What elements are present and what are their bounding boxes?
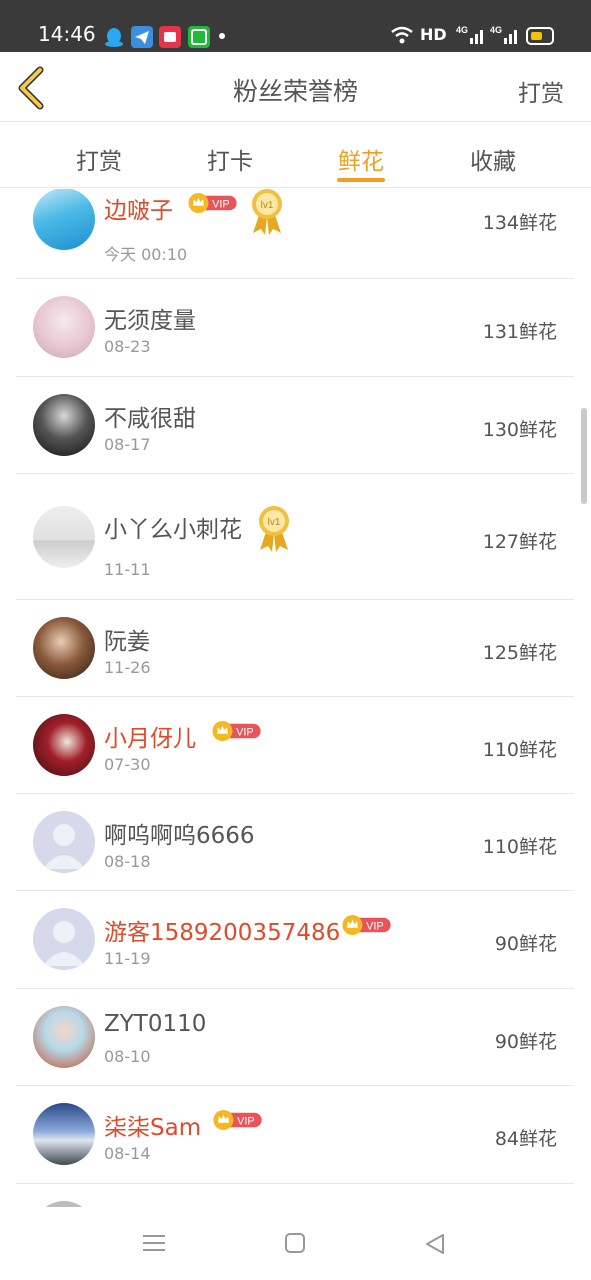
hd-label: HD (420, 25, 447, 44)
flower-count: 110鲜花 (482, 739, 557, 761)
flower-count: 90鲜花 (494, 1031, 557, 1053)
vip-crown-icon: VIP (342, 915, 391, 935)
system-nav-bar (0, 1207, 591, 1280)
tab-reward[interactable]: 打赏 (49, 142, 149, 176)
default-avatar-icon (33, 908, 95, 970)
tab-bar: 打赏 打卡 鲜花 收藏 (0, 122, 591, 188)
flower-count: 110鲜花 (482, 836, 557, 858)
tab-favorites[interactable]: 收藏 (443, 142, 543, 176)
svg-text:VIP: VIP (366, 921, 384, 933)
fan-date: 11-19 (104, 949, 151, 968)
signal-icon: 4G (456, 24, 484, 50)
list-item[interactable]: 小月伢儿 VIP 07-30 110鲜花 (16, 697, 574, 794)
fan-name: 柒柒Sam (104, 1115, 202, 1141)
fan-name: 小月伢儿 (104, 726, 196, 752)
svg-text:lv1: lv1 (261, 200, 274, 211)
flower-count: 130鲜花 (482, 419, 557, 441)
fan-date: 08-18 (104, 852, 151, 871)
list-item[interactable]: 游客1589200357486 VIP 11-19 90鲜花 (16, 891, 574, 989)
svg-text:4G: 4G (490, 25, 502, 35)
tab-checkin[interactable]: 打卡 (180, 142, 280, 176)
svg-text:lv1: lv1 (268, 517, 281, 528)
fan-name: 啊呜啊呜6666 (104, 823, 255, 849)
fan-date: 今天 00:10 (104, 245, 188, 264)
fan-name: 无须度量 (104, 308, 196, 334)
svg-text:VIP: VIP (236, 727, 254, 739)
fan-name: 阮姜 (104, 629, 150, 655)
svg-text:VIP: VIP (212, 199, 230, 211)
app-red-icon (159, 26, 181, 48)
list-item[interactable]: 啊呜啊呜6666 08-18 110鲜花 (16, 794, 574, 891)
avatar (33, 617, 95, 679)
reward-button[interactable]: 打赏 (518, 74, 564, 108)
iqiyi-icon (188, 26, 210, 48)
home-square-icon[interactable] (285, 1233, 305, 1257)
avatar (33, 189, 95, 250)
fan-name: 小丫么小刺花 (104, 517, 242, 543)
svg-text:4G: 4G (456, 25, 468, 35)
vip-crown-icon: VIP (212, 721, 261, 741)
list-item[interactable]: 阮姜 11-26 125鲜花 (16, 600, 574, 697)
flower-count: 127鲜花 (482, 531, 557, 553)
telegram-icon (131, 26, 153, 48)
status-bar: 14:46 HD 4G 4G (0, 0, 591, 52)
list-item[interactable]: 无须度量 08-23 131鲜花 (16, 279, 574, 377)
fan-date: 08-14 (104, 1144, 151, 1163)
svg-text:VIP: VIP (237, 1116, 255, 1128)
list-item[interactable]: ZYT0110 08-10 90鲜花 (16, 989, 574, 1086)
fan-date: 08-10 (104, 1047, 151, 1066)
list-item[interactable] (16, 1184, 574, 1207)
fan-date: 07-30 (104, 755, 151, 774)
avatar (33, 1103, 95, 1165)
notification-dot (219, 33, 225, 39)
list-item[interactable]: 边啵子 VIP lv1 今天 00:10 134鲜花 (16, 189, 574, 279)
avatar (33, 296, 95, 358)
flower-count: 134鲜花 (482, 212, 557, 234)
vip-crown-icon: VIP (213, 1110, 262, 1130)
fan-date: 08-17 (104, 435, 151, 454)
list-item[interactable]: 柒柒Sam VIP 08-14 84鲜花 (16, 1086, 574, 1184)
battery-icon (526, 27, 554, 45)
vip-crown-icon: VIP (188, 193, 237, 213)
tab-flowers[interactable]: 鲜花 (311, 142, 411, 176)
fan-date: 11-26 (104, 658, 151, 677)
default-avatar-icon (33, 811, 95, 873)
status-time: 14:46 (38, 22, 96, 46)
flower-count: 84鲜花 (494, 1128, 557, 1150)
page-title: 粉丝荣誉榜 (232, 77, 358, 106)
flower-count: 90鲜花 (494, 933, 557, 955)
wifi-icon (390, 25, 414, 49)
back-triangle-icon[interactable] (424, 1233, 446, 1259)
level-medal-icon: lv1 (252, 189, 282, 235)
signal-icon-2: 4G (490, 24, 518, 50)
fan-name: ZYT0110 (104, 1011, 207, 1037)
avatar (33, 394, 95, 456)
scrollbar[interactable] (581, 408, 587, 504)
flower-count: 125鲜花 (482, 642, 557, 664)
fan-ranking-list: 边啵子 VIP lv1 今天 00:10 134鲜花 无须度量 08-23 13… (0, 189, 591, 1207)
list-item[interactable]: 不咸很甜 08-17 130鲜花 (16, 377, 574, 474)
qq-icon (103, 26, 125, 48)
flower-count: 131鲜花 (482, 321, 557, 343)
tab-active-indicator (337, 178, 385, 182)
list-item[interactable]: 小丫么小刺花 lv1 11-11 127鲜花 (16, 474, 574, 600)
fan-date: 08-23 (104, 337, 151, 356)
fan-name: 不咸很甜 (104, 406, 196, 432)
menu-icon[interactable] (143, 1233, 165, 1257)
header-bar: 粉丝荣誉榜 打赏 (0, 52, 591, 122)
fan-name: 游客1589200357486 (104, 920, 341, 946)
fan-date: 11-11 (104, 560, 151, 579)
avatar (33, 1006, 95, 1068)
avatar (33, 714, 95, 776)
avatar (33, 506, 95, 568)
fan-name: 边啵子 (104, 198, 173, 224)
level-medal-icon: lv1 (259, 506, 289, 552)
